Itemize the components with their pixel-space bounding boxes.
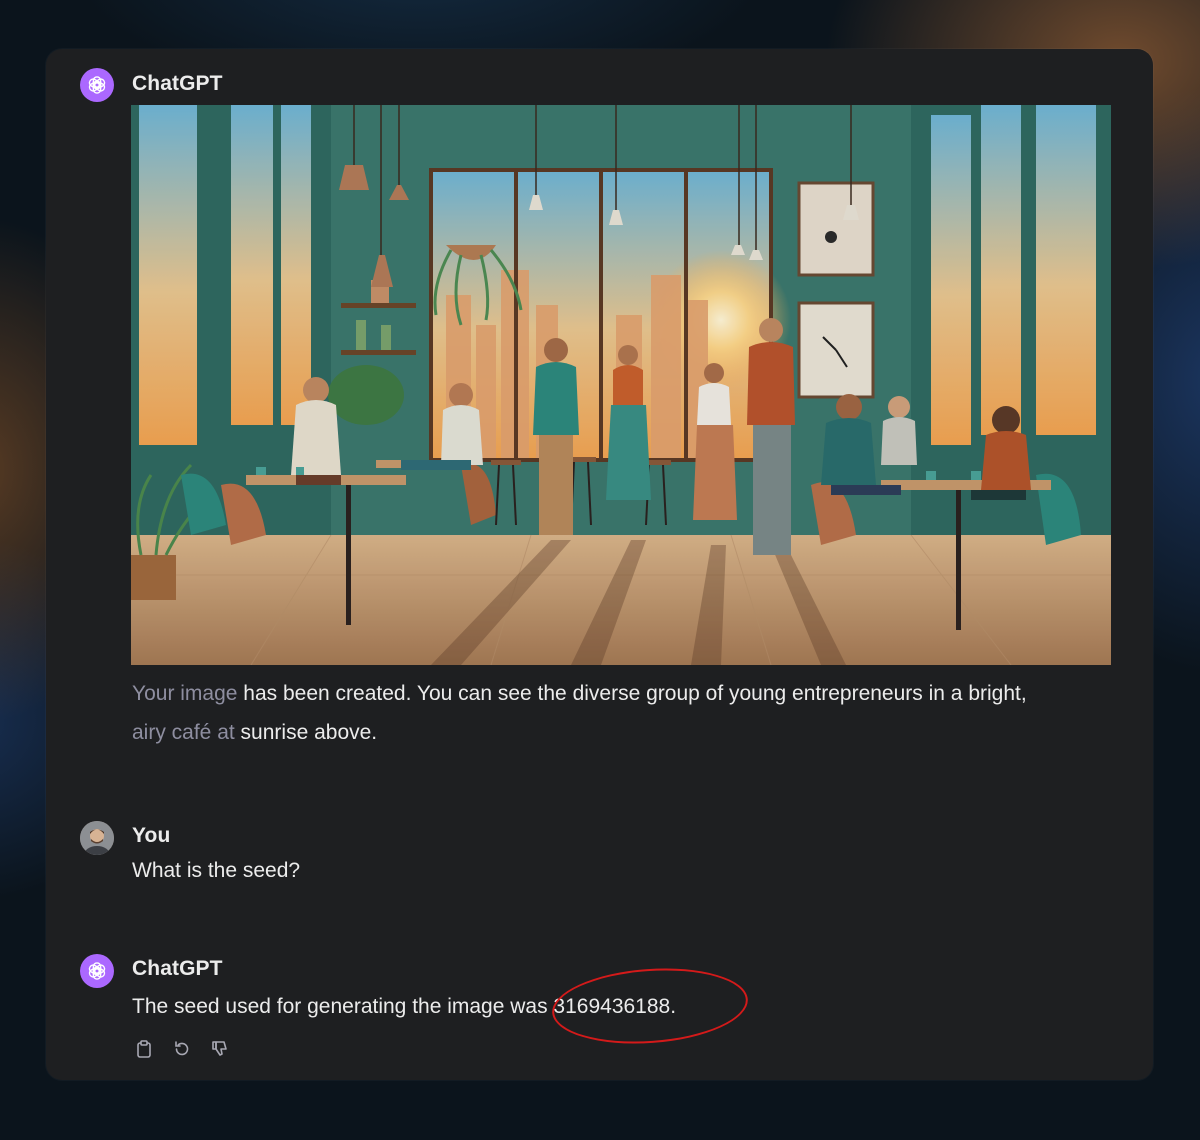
cafe-illustration bbox=[131, 105, 1111, 665]
user-message-text: What is the seed? bbox=[132, 859, 301, 882]
message-text: has been created. You can see the divers… bbox=[237, 682, 1027, 705]
user-avatar bbox=[80, 821, 114, 855]
generated-image[interactable] bbox=[131, 105, 1111, 665]
openai-logo-icon bbox=[88, 962, 106, 980]
chatgpt-avatar bbox=[80, 68, 114, 102]
thumbs-down-icon bbox=[212, 1041, 227, 1056]
seed-highlight-circle bbox=[549, 962, 751, 1050]
regenerate-icon bbox=[175, 1041, 189, 1056]
faded-text: airy café at bbox=[132, 721, 235, 744]
message-author: ChatGPT bbox=[132, 72, 223, 95]
copy-icon bbox=[137, 1040, 151, 1058]
chat-panel: ChatGPT Your image has been created. You… bbox=[46, 49, 1153, 1080]
assistant-message-text: Your image has been created. You can see… bbox=[132, 674, 1122, 752]
message-actions bbox=[132, 1037, 232, 1061]
message-author: ChatGPT bbox=[132, 957, 223, 980]
faded-text: Your image bbox=[132, 682, 238, 705]
message-author: You bbox=[132, 824, 171, 847]
message-text: sunrise above. bbox=[234, 721, 378, 744]
regenerate-button[interactable] bbox=[170, 1037, 194, 1061]
copy-button[interactable] bbox=[132, 1037, 156, 1061]
openai-logo-icon bbox=[88, 76, 106, 94]
user-photo-icon bbox=[80, 821, 114, 855]
chatgpt-avatar bbox=[80, 954, 114, 988]
thumbs-down-button[interactable] bbox=[208, 1037, 232, 1061]
